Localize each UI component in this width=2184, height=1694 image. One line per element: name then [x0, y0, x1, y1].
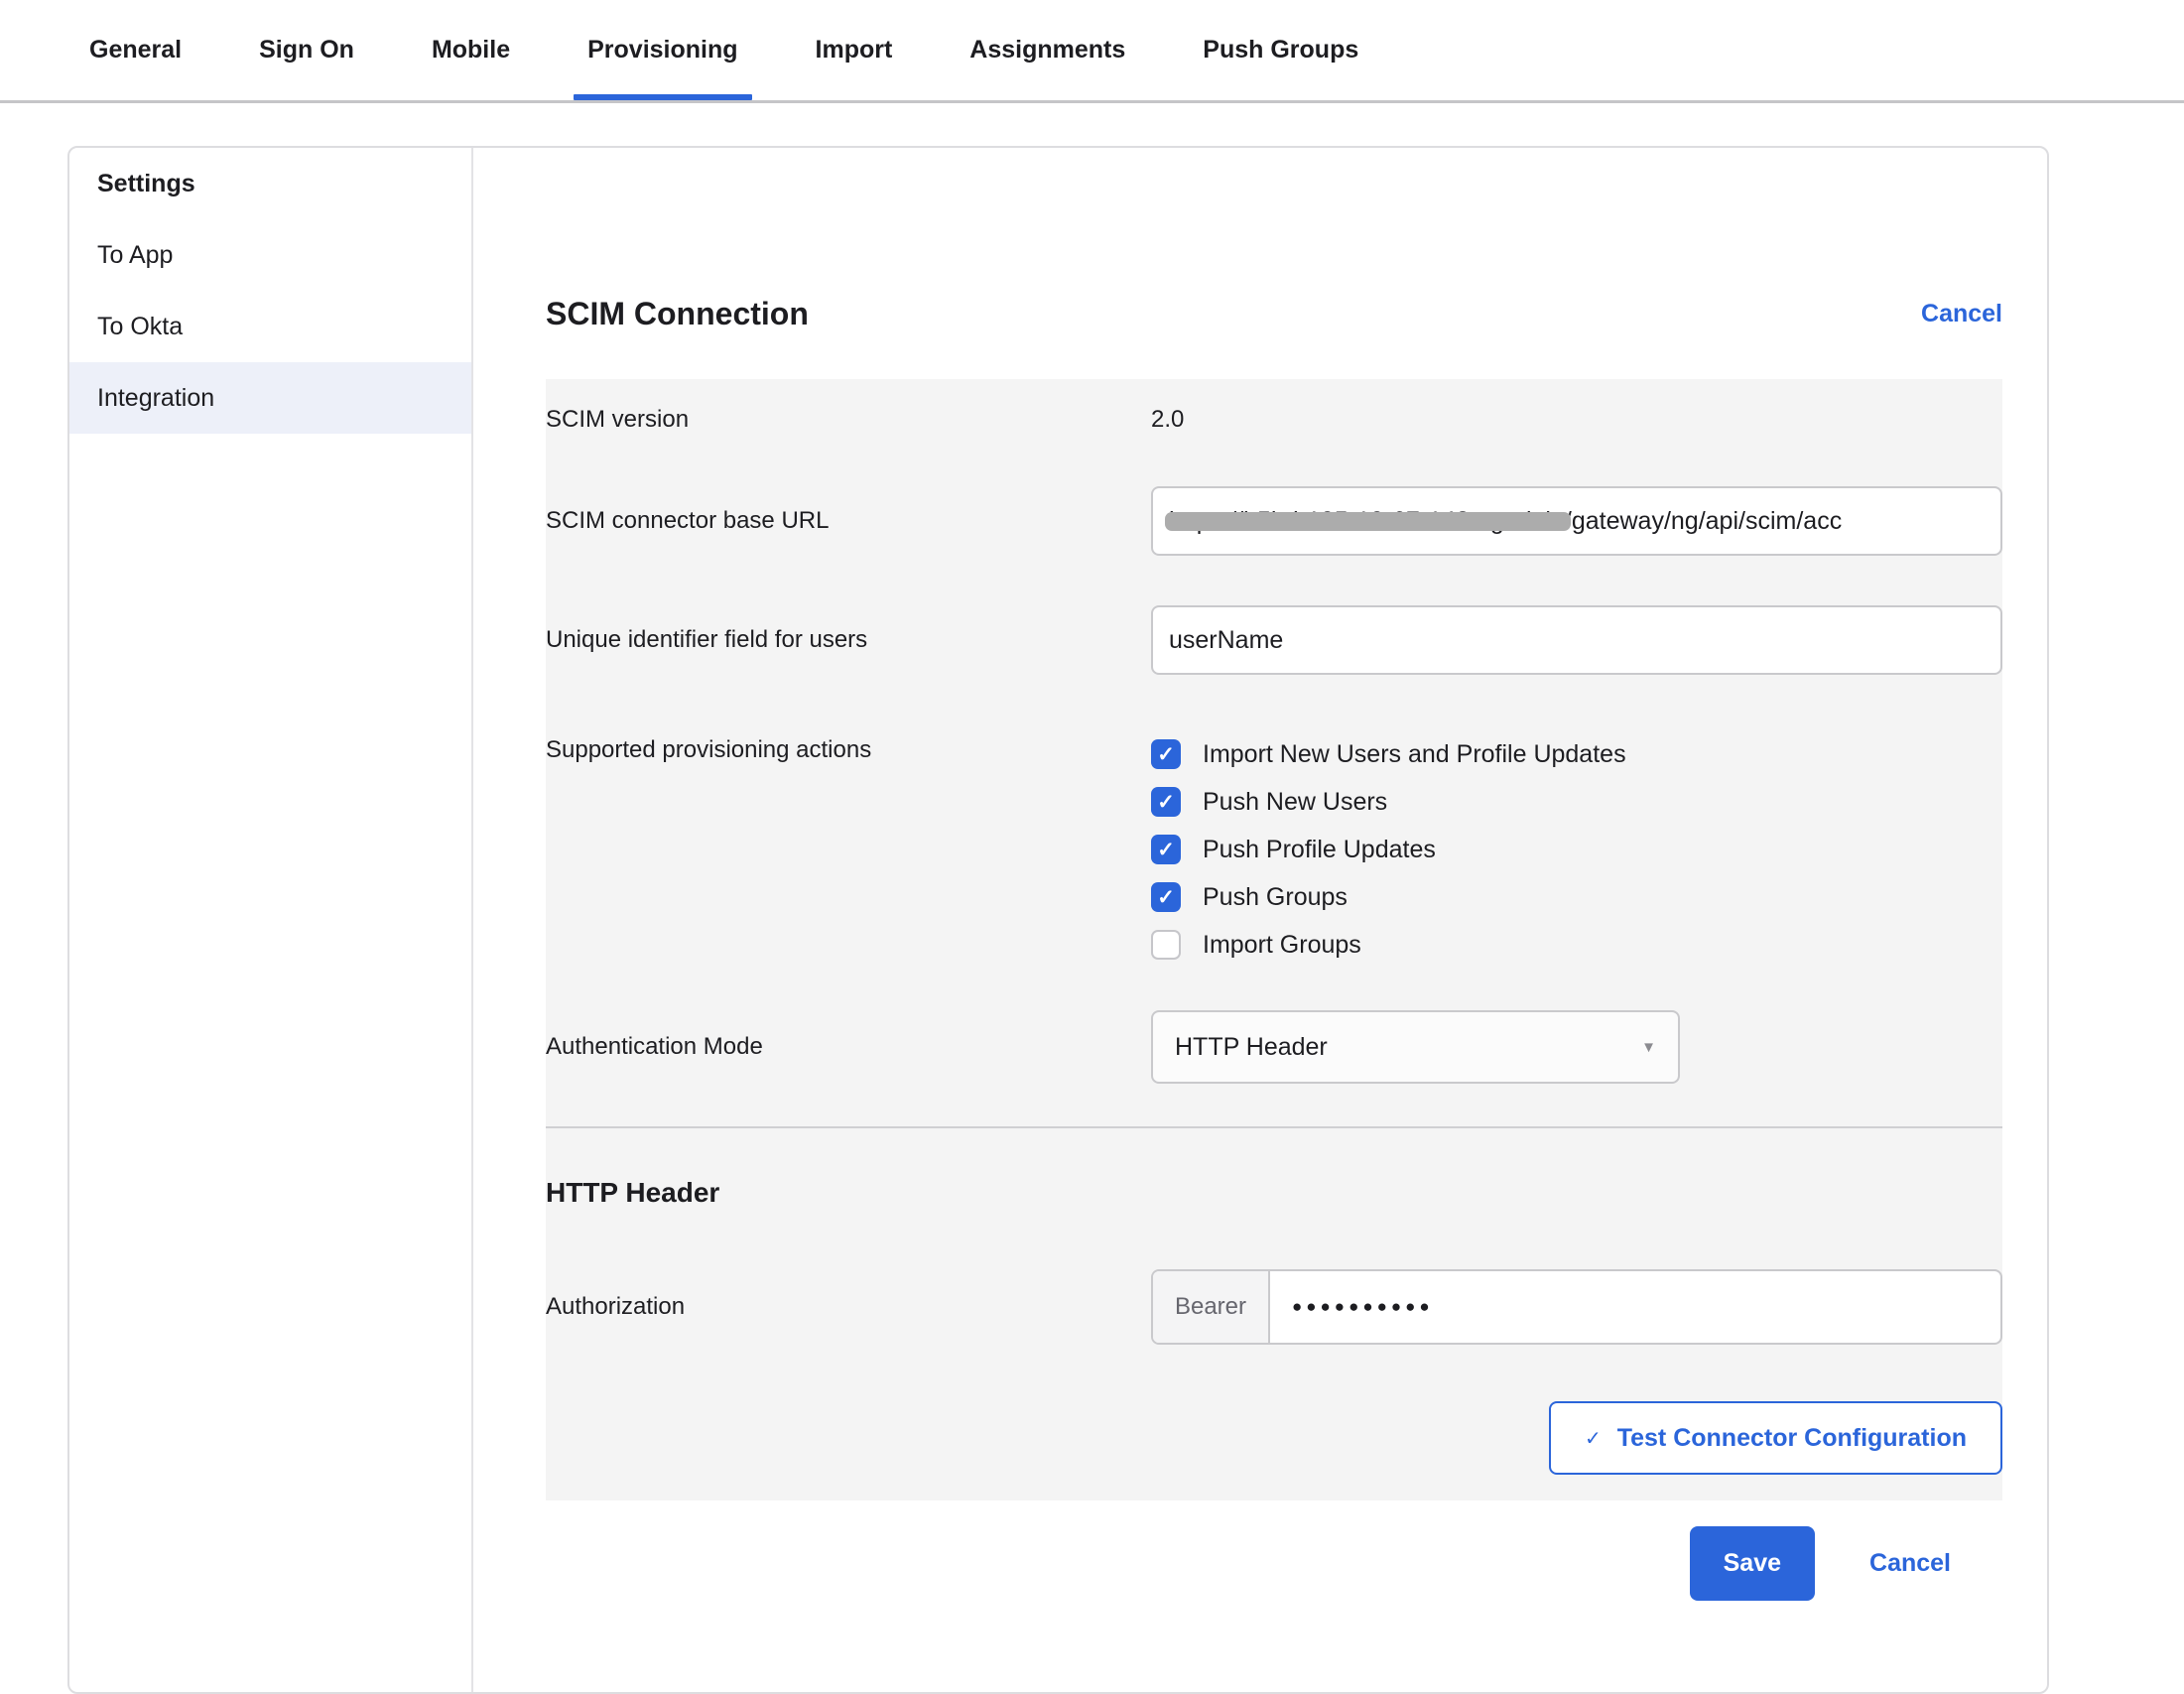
check-icon: ✓: [1157, 744, 1175, 765]
scim-version-label: SCIM version: [546, 406, 1151, 434]
authorization-token-masked[interactable]: ●●●●●●●●●●: [1270, 1271, 1434, 1343]
redaction-bar: [1165, 512, 1571, 531]
check-icon: ✓: [1585, 1426, 1602, 1451]
checkbox-label: Push Groups: [1203, 883, 1348, 912]
authorization-label: Authorization: [546, 1293, 1151, 1321]
authorization-input[interactable]: Bearer ●●●●●●●●●●: [1151, 1269, 2002, 1345]
sidebar-item-integration[interactable]: Integration: [69, 362, 471, 434]
check-icon: ✓: [1157, 792, 1175, 813]
tab-sign-on[interactable]: Sign On: [259, 0, 354, 100]
test-connector-label: Test Connector Configuration: [1617, 1424, 1967, 1453]
scim-version-value: 2.0: [1151, 406, 2002, 434]
tab-label: General: [89, 36, 182, 65]
unique-identifier-input[interactable]: userName: [1151, 605, 2002, 675]
checkbox-row-push-groups[interactable]: ✓ Push Groups: [1151, 873, 2002, 921]
checkbox-import-groups[interactable]: ✓: [1151, 930, 1181, 960]
content-panel: Settings To App To Okta Integration SCIM…: [67, 146, 2049, 1694]
page-title: SCIM Connection: [546, 296, 809, 332]
checkbox-push-new-users[interactable]: ✓: [1151, 787, 1181, 817]
checkbox-row-import-groups[interactable]: ✓ Import Groups: [1151, 921, 2002, 969]
selected-option-label: HTTP Header: [1175, 1033, 1328, 1062]
tab-assignments[interactable]: Assignments: [969, 0, 1125, 100]
check-icon: ✓: [1157, 840, 1175, 860]
check-icon: ✓: [1157, 887, 1175, 908]
sidebar-item-to-okta[interactable]: To Okta: [69, 291, 471, 362]
provisioning-actions-label: Supported provisioning actions: [546, 730, 1151, 764]
http-header-section-title: HTTP Header: [546, 1176, 2002, 1210]
visible-url-segment: /gateway/ng/api/scim/acc: [1565, 507, 1842, 536]
tab-label: Assignments: [969, 36, 1125, 65]
bearer-prefix: Bearer: [1153, 1271, 1270, 1343]
base-url-row: SCIM connector base URL https://h5hd-195…: [546, 486, 2002, 556]
tab-label: Provisioning: [587, 36, 737, 65]
scim-connection-form: SCIM version 2.0 SCIM connector base URL…: [546, 379, 2002, 1500]
checkbox-row-push-profile-updates[interactable]: ✓ Push Profile Updates: [1151, 826, 2002, 873]
sidebar-item-to-app[interactable]: To App: [69, 219, 471, 291]
checkbox-import-new-users[interactable]: ✓: [1151, 739, 1181, 769]
tab-label: Import: [816, 36, 893, 65]
authorization-row: Authorization Bearer ●●●●●●●●●●: [546, 1269, 2002, 1345]
tab-label: Push Groups: [1203, 36, 1358, 65]
base-url-label: SCIM connector base URL: [546, 507, 1151, 535]
scim-connection-header: SCIM Connection Cancel: [546, 293, 2002, 334]
form-footer: Save Cancel: [546, 1525, 2002, 1601]
provisioning-actions-list: ✓ Import New Users and Profile Updates ✓…: [1151, 730, 2002, 969]
redacted-url-segment: https://h5hd-195-19-67-148.ngrok.io: [1169, 507, 1565, 536]
cancel-link-bottom[interactable]: Cancel: [1869, 1549, 1951, 1578]
tab-mobile[interactable]: Mobile: [432, 0, 510, 100]
unique-identifier-label: Unique identifier field for users: [546, 626, 1151, 654]
sidebar-title: Settings: [69, 148, 471, 219]
test-connector-row: ✓ Test Connector Configuration: [546, 1401, 2002, 1475]
sidebar-item-label: To Okta: [97, 313, 183, 341]
tab-push-groups[interactable]: Push Groups: [1203, 0, 1358, 100]
checkbox-label: Import New Users and Profile Updates: [1203, 740, 1626, 769]
unique-identifier-row: Unique identifier field for users userNa…: [546, 605, 2002, 675]
sidebar-item-label: To App: [97, 241, 173, 270]
tab-import[interactable]: Import: [816, 0, 893, 100]
cancel-link-top[interactable]: Cancel: [1921, 300, 2002, 328]
checkbox-label: Push New Users: [1203, 788, 1387, 817]
section-divider: [546, 1126, 2002, 1128]
base-url-input[interactable]: https://h5hd-195-19-67-148.ngrok.io/gate…: [1151, 486, 2002, 556]
checkbox-label: Import Groups: [1203, 931, 1361, 960]
checkbox-push-groups[interactable]: ✓: [1151, 882, 1181, 912]
test-connector-configuration-button[interactable]: ✓ Test Connector Configuration: [1549, 1401, 2002, 1475]
authentication-mode-label: Authentication Mode: [546, 1033, 1151, 1061]
checkbox-row-import-new-users[interactable]: ✓ Import New Users and Profile Updates: [1151, 730, 2002, 778]
tab-provisioning[interactable]: Provisioning: [587, 0, 737, 100]
scim-version-row: SCIM version 2.0: [546, 405, 2002, 435]
tab-general[interactable]: General: [89, 0, 182, 100]
authentication-mode-select[interactable]: HTTP Header ▼: [1151, 1010, 1680, 1084]
checkbox-push-profile-updates[interactable]: ✓: [1151, 835, 1181, 864]
main-content: SCIM Connection Cancel SCIM version 2.0 …: [473, 148, 2047, 1692]
save-button[interactable]: Save: [1690, 1526, 1815, 1601]
sidebar-item-label: Integration: [97, 384, 214, 413]
checkbox-label: Push Profile Updates: [1203, 836, 1436, 864]
checkbox-row-push-new-users[interactable]: ✓ Push New Users: [1151, 778, 2002, 826]
tab-label: Sign On: [259, 36, 354, 65]
chevron-down-icon: ▼: [1641, 1039, 1656, 1056]
settings-sidebar: Settings To App To Okta Integration: [69, 148, 473, 1692]
authentication-mode-row: Authentication Mode HTTP Header ▼: [546, 1010, 2002, 1084]
app-tab-bar: General Sign On Mobile Provisioning Impo…: [0, 0, 2184, 103]
tab-label: Mobile: [432, 36, 510, 65]
provisioning-actions-row: Supported provisioning actions ✓ Import …: [546, 730, 2002, 969]
